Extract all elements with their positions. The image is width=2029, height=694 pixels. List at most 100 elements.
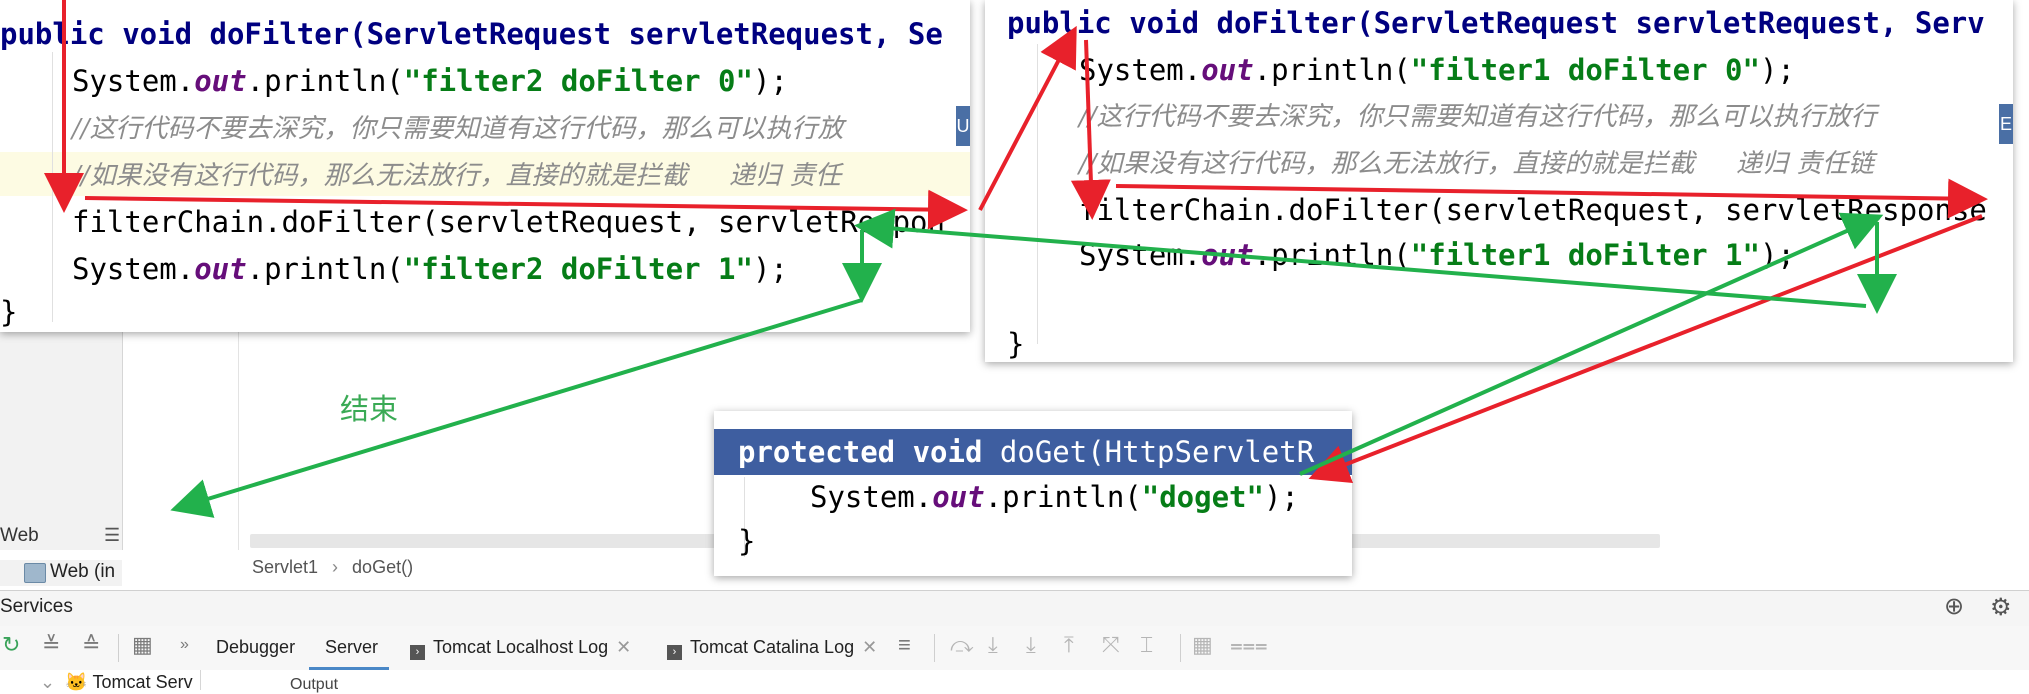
services-title: Services [0, 596, 73, 617]
tab-label: Tomcat Localhost Log [433, 637, 609, 657]
evaluate-icon[interactable]: ▦ [1192, 632, 1213, 658]
breadcrumb-separator-icon: › [332, 557, 339, 577]
code-line-3: } [738, 521, 755, 561]
code-line-7: } [1007, 324, 1024, 362]
services-header [0, 590, 2029, 627]
toolbar-divider [118, 634, 119, 662]
code-token: ); [752, 64, 788, 98]
output-label: Output [290, 676, 339, 693]
code-token: .println( [246, 64, 404, 98]
step-over-icon[interactable]: ⤼ [950, 632, 974, 658]
code-token: } [1007, 327, 1025, 361]
code-string: "doget" [1141, 480, 1264, 514]
code-string: "filter2 doFilter 0" [403, 64, 753, 98]
code-comment: //这行代码不要去深究，你只需要知道有这行代码，那么可以执行放行 [1079, 102, 1877, 132]
project-tool-window [0, 330, 123, 550]
code-token: out [194, 252, 247, 286]
expand-all-icon[interactable]: ≚ [42, 632, 60, 658]
web-tree-item-label: Web (in [50, 561, 116, 582]
code-line-1: public void doFilter(ServletRequest serv… [1007, 3, 1985, 43]
toolbar-divider [934, 634, 935, 662]
rerun-icon[interactable]: ↻ [2, 632, 20, 658]
code-line-1: public void doFilter(ServletRequest serv… [0, 14, 943, 54]
code-line-6: System.out.println("filter2 doFilter 1")… [72, 249, 788, 289]
code-line-1: protected void doGet(HttpServletR [738, 432, 1314, 472]
force-step-into-icon[interactable]: ⤓ [1026, 632, 1036, 658]
collapse-all-icon[interactable]: ≙ [82, 632, 100, 658]
close-icon[interactable]: ✕ [862, 637, 877, 657]
step-out-icon[interactable]: ⤒ [1064, 632, 1074, 658]
chevron-down-icon: ⌄ [40, 672, 56, 692]
code-line-2: System.out.println("filter2 doFilter 0")… [72, 61, 788, 101]
breadcrumb: Servlet1 › doGet() [252, 557, 413, 578]
code-token: ); [752, 252, 788, 286]
more-icon[interactable]: » [180, 636, 189, 654]
code-keyword: protected void [738, 435, 983, 469]
tomcat-icon: 🐱 [65, 672, 88, 692]
toolbar-divider [1180, 634, 1181, 662]
close-icon[interactable]: ✕ [616, 637, 631, 657]
code-token: out [1201, 53, 1254, 87]
group-by-icon[interactable]: ▦ [132, 632, 153, 658]
code-string: "filter1 doFilter 0" [1410, 53, 1760, 87]
code-line-5: filterChain.doFilter(servletRequest, ser… [72, 202, 945, 242]
code-token: ); [1759, 53, 1795, 87]
code-token: } [738, 524, 756, 558]
editor-gutter-divider [238, 330, 239, 550]
code-token: filterChain.doFilter(servletRequest, ser… [1079, 193, 1987, 227]
doget-code-screenshot: protected void doGet(HttpServletR System… [714, 411, 1352, 576]
code-token: } [0, 295, 18, 329]
web-module-icon [24, 563, 46, 583]
code-line-3: //这行代码不要去深究，你只需要知道有这行代码，那么可以执行放行 [1079, 96, 1877, 137]
code-line-7: } [0, 292, 17, 332]
code-token: out [932, 480, 985, 514]
indent-guide [1037, 44, 1038, 344]
breadcrumb-method[interactable]: doGet() [352, 557, 413, 577]
indent-guide [52, 52, 53, 322]
code-string: "filter2 doFilter 1" [403, 252, 753, 286]
code-token: doGet(HttpServletR [982, 435, 1315, 469]
breadcrumb-class[interactable]: Servlet1 [252, 557, 318, 577]
code-token: .println( [1253, 53, 1411, 87]
step-into-icon[interactable]: ⤓ [988, 632, 998, 658]
code-line-2: System.out.println("filter1 doFilter 0")… [1079, 50, 1795, 90]
tab-tomcat-catalina-log[interactable]: › Tomcat Catalina Log ✕ [667, 637, 877, 660]
side-marker: U [956, 106, 970, 146]
method-header-highlight: protected void doGet(HttpServletR [714, 429, 1352, 475]
code-token: ); [1263, 480, 1299, 514]
code-token: ); [1759, 238, 1795, 272]
code-string: "filter1 doFilter 1" [1410, 238, 1760, 272]
code-token: System. [72, 252, 195, 286]
method-signature: public void doFilter(ServletRequest serv… [0, 17, 943, 51]
drop-frame-icon[interactable]: ⤧ [1102, 632, 1120, 658]
menu-icon[interactable]: ≡ [898, 632, 911, 658]
code-line-4: //如果没有这行代码，那么无法放行，直接的就是拦截 递归 责任 [72, 155, 841, 196]
code-token: .println( [1253, 238, 1411, 272]
tab-tomcat-localhost-log[interactable]: › Tomcat Localhost Log ✕ [410, 637, 631, 660]
code-comment: //这行代码不要去深究，你只需要知道有这行代码，那么可以执行放 [72, 114, 844, 144]
side-marker: E [1999, 104, 2013, 144]
code-comment: //如果没有这行代码，那么无法放行，直接的就是拦截 递归 责任 [72, 161, 842, 191]
tab-label: Tomcat Catalina Log [690, 637, 855, 657]
code-line-5: filterChain.doFilter(servletRequest, ser… [1079, 190, 1987, 230]
trace-icon[interactable]: ⩶ [1230, 632, 1268, 658]
panel-options-icon[interactable]: ☰ [104, 525, 120, 546]
code-line-4: //如果没有这行代码，那么无法放行，直接的就是拦截 递归 责任链 [1079, 143, 1874, 184]
code-token: out [194, 64, 247, 98]
web-panel-title: Web [0, 525, 39, 546]
end-annotation-label: 结束 [340, 392, 399, 426]
crosshair-icon[interactable]: ⊕ [1944, 592, 1964, 621]
code-line-3: //这行代码不要去深究，你只需要知道有这行代码，那么可以执行放 [72, 108, 844, 149]
code-token: filterChain.doFilter(servletRequest, ser… [72, 205, 945, 239]
tab-server[interactable]: Server [325, 637, 378, 658]
gear-icon[interactable]: ⚙ [1990, 593, 2012, 622]
code-token: System. [1079, 238, 1202, 272]
code-comment: //如果没有这行代码，那么无法放行，直接的就是拦截 递归 责任链 [1079, 149, 1875, 179]
code-token: System. [1079, 53, 1202, 87]
code-line-6: System.out.println("filter1 doFilter 1")… [1079, 235, 1795, 275]
code-token: System. [72, 64, 195, 98]
run-to-cursor-icon[interactable]: ⌶ [1140, 632, 1153, 658]
services-toolbar [0, 626, 2029, 671]
code-token: System. [810, 480, 933, 514]
tab-debugger[interactable]: Debugger [216, 637, 295, 658]
